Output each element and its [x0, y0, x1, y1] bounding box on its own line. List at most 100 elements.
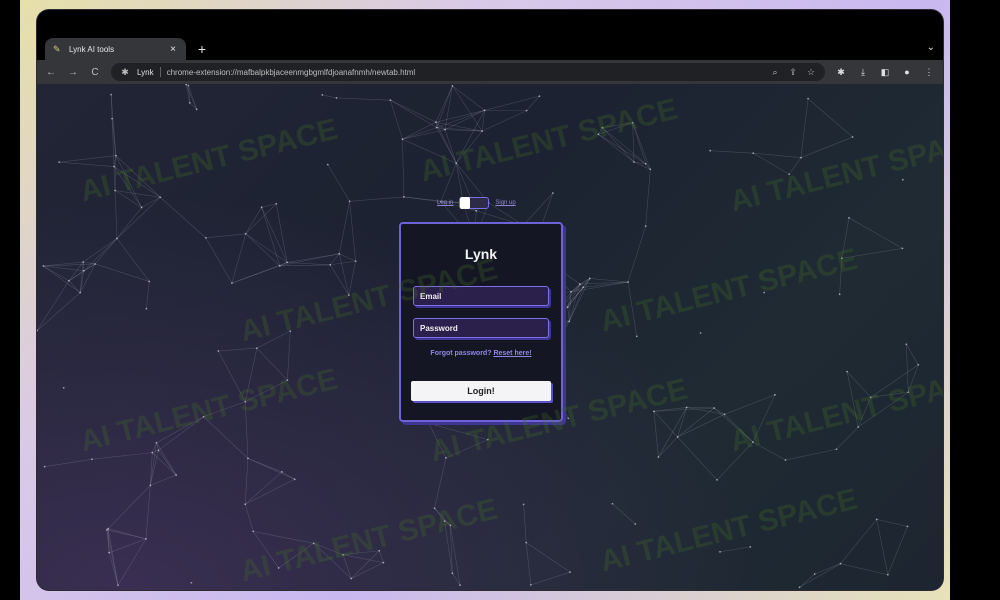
auth-mode-toggle: Log in Sign up	[437, 196, 547, 210]
mesh-node	[329, 263, 332, 266]
mesh-node	[444, 128, 446, 131]
back-button[interactable]: ←	[45, 67, 57, 78]
mesh-node	[114, 154, 117, 157]
new-tab-button[interactable]: +	[194, 40, 210, 58]
lynk-favicon-icon: ✎	[53, 44, 61, 54]
mesh-node	[110, 93, 113, 96]
mesh-node	[644, 163, 647, 165]
mesh-node	[901, 178, 904, 181]
sidepanel-icon[interactable]: ◧	[879, 67, 891, 78]
mesh-node	[601, 126, 604, 129]
zoom-icon[interactable]: ⌕	[769, 67, 781, 78]
mesh-node	[455, 162, 458, 165]
mesh-node	[378, 549, 381, 552]
mesh-node	[217, 350, 220, 352]
mesh-node	[433, 507, 436, 510]
mesh-node	[835, 448, 838, 451]
mesh-node	[578, 283, 581, 285]
mesh-node	[348, 200, 351, 203]
mesh-node	[851, 136, 854, 138]
reload-button[interactable]: C	[89, 67, 101, 78]
mesh-node	[716, 479, 718, 481]
mesh-node	[486, 438, 489, 441]
toolbar-actions: ✱ ⤓ ◧ ● ⋮	[835, 67, 935, 78]
chevron-down-icon[interactable]: ⌄	[927, 42, 935, 53]
mesh-node	[145, 307, 148, 310]
mesh-node	[244, 503, 247, 506]
mesh-node	[907, 391, 910, 394]
forward-button[interactable]: →	[67, 67, 79, 78]
tab-lynk[interactable]: ✎ Lynk AI tools ×	[45, 38, 186, 60]
mesh-node	[840, 257, 843, 260]
mesh-node	[312, 542, 315, 545]
mesh-node	[597, 133, 600, 136]
mesh-node	[445, 456, 447, 459]
mesh-node	[611, 502, 614, 505]
mesh-node	[190, 581, 193, 584]
mesh-node	[653, 410, 655, 413]
login-toggle-label[interactable]: Log in	[437, 200, 453, 206]
mesh-node	[635, 335, 638, 338]
app-title: Lynk	[464, 246, 498, 262]
mesh-node	[347, 294, 350, 296]
mesh-node	[204, 236, 207, 239]
mesh-node	[244, 400, 247, 403]
tab-strip: ✎ Lynk AI tools × + ⌄	[37, 10, 943, 60]
mesh-node	[813, 573, 816, 575]
mesh-node	[839, 562, 842, 565]
mesh-node	[566, 306, 569, 309]
mesh-node	[145, 537, 147, 540]
mesh-node	[326, 163, 329, 166]
mesh-node	[321, 94, 324, 96]
mesh-node	[443, 520, 446, 523]
mesh-node	[114, 189, 116, 192]
mesh-node	[67, 279, 70, 282]
star-icon[interactable]: ☆	[805, 67, 817, 78]
mesh-node	[807, 97, 809, 100]
mesh-node	[260, 206, 263, 209]
extensions-icon[interactable]: ✱	[835, 67, 847, 78]
mesh-node	[148, 280, 151, 283]
mesh-node	[568, 320, 571, 323]
mesh-node	[116, 237, 118, 240]
mesh-node	[634, 523, 637, 525]
mesh-node	[723, 413, 726, 416]
mesh-node	[749, 545, 752, 548]
extension-icon: ✱	[121, 66, 129, 77]
menu-icon[interactable]: ⋮	[923, 67, 935, 78]
mesh-node	[231, 282, 233, 285]
mesh-node	[784, 459, 787, 461]
mesh-node	[459, 584, 461, 587]
profile-icon[interactable]: ●	[901, 67, 913, 77]
login-button[interactable]: Login!	[411, 381, 551, 401]
mesh-node	[342, 553, 344, 556]
browser-toolbar: ← → C ✱ Lynk chrome-extension://mafbalpk…	[37, 60, 943, 84]
mesh-node	[525, 541, 528, 544]
forgot-password-text: Forgot password?	[430, 350, 492, 357]
mesh-node	[483, 109, 486, 112]
signup-toggle-label[interactable]: Sign up	[495, 200, 515, 206]
mesh-node	[277, 567, 280, 569]
mesh-node	[286, 261, 289, 264]
mesh-node	[389, 99, 392, 102]
share-icon[interactable]: ⇪	[787, 67, 799, 78]
mesh-node	[252, 530, 255, 533]
mesh-node	[713, 407, 716, 409]
close-icon[interactable]: ×	[168, 44, 178, 55]
mesh-node	[685, 406, 688, 409]
reset-password-link[interactable]: Reset here!	[493, 350, 531, 357]
mesh-node	[244, 232, 247, 235]
mesh-node	[293, 478, 296, 481]
mesh-node	[627, 281, 629, 283]
url-text[interactable]: chrome-extension://mafbalpkbjaceenmgbgml…	[167, 68, 763, 77]
address-bar[interactable]: ✱ Lynk chrome-extension://mafbalpkbjacee…	[111, 63, 825, 81]
mode-switch[interactable]	[459, 197, 490, 209]
mesh-node	[525, 109, 528, 112]
download-icon[interactable]: ⤓	[857, 67, 869, 78]
mesh-node	[82, 261, 85, 263]
mesh-node	[699, 332, 702, 334]
mesh-node	[752, 441, 754, 444]
email-field[interactable]	[413, 286, 549, 306]
mesh-node	[451, 572, 454, 575]
password-field[interactable]	[413, 318, 549, 338]
